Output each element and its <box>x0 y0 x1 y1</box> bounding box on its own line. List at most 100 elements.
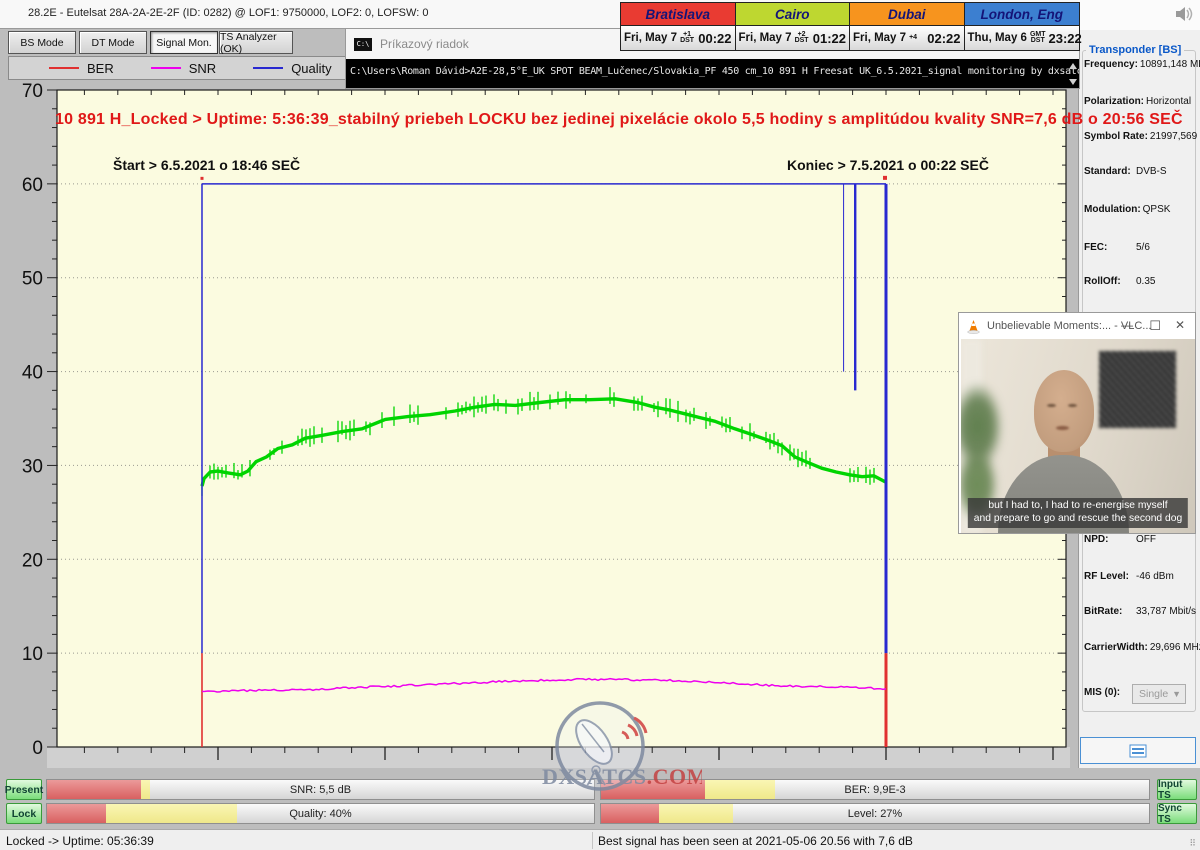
vlc-window[interactable]: Unbelievable Moments:... - VLC... — ☐ ✕ … <box>958 312 1196 534</box>
clock-time: 00:22 <box>698 31 731 46</box>
transponder-row: RF Level:-46 dBm <box>1084 571 1198 582</box>
legend-label: SNR <box>189 61 216 76</box>
transponder-row: Modulation:QPSK <box>1084 204 1198 215</box>
clock-date: Fri, May 7 <box>624 32 677 44</box>
chart-annotation-main: 10 891 H_Locked > Uptime: 5:36:39_stabil… <box>55 111 1183 129</box>
transponder-row-value: 0.35 <box>1136 276 1155 287</box>
transponder-row-value: OFF <box>1136 534 1156 545</box>
transponder-row: RollOff:0.35 <box>1084 276 1198 287</box>
command-prompt-title: Príkazový riadok <box>380 37 469 51</box>
quality-bar-label: Quality: 40% <box>47 808 594 820</box>
mis-select[interactable]: Single ▼ <box>1132 684 1186 704</box>
transponder-row: CarrierWidth:29,696 MHz <box>1084 642 1198 653</box>
y-axis-label: 60 <box>22 175 43 196</box>
list-icon <box>1129 744 1147 758</box>
transponder-row-value: 21997,569 KS/s <box>1150 131 1200 142</box>
y-axis-label: 70 <box>22 81 43 102</box>
transponder-row-label: Standard: <box>1084 166 1134 177</box>
clock-cairo: Cairo Fri, May 7 +2DST 01:22 <box>736 3 851 50</box>
legend-label: BER <box>87 61 114 76</box>
legend-item-ber: BER <box>49 61 114 76</box>
present-button[interactable]: Present <box>6 779 42 800</box>
legend-swatch <box>49 67 79 69</box>
clock-date: Fri, May 7 <box>853 32 906 44</box>
statusbar: Locked -> Uptime: 05:36:39 Best signal h… <box>0 829 1200 850</box>
close-icon[interactable]: ✕ <box>1175 318 1185 332</box>
transponder-row-label: NPD: <box>1084 534 1134 545</box>
transponder-row-label: Polarization: <box>1084 96 1144 107</box>
clock-city: Cairo <box>736 3 850 26</box>
chart-annotation-end: Koniec > 7.5.2021 o 00:22 SEČ <box>787 157 989 173</box>
clock-zone: DST <box>795 38 809 45</box>
transponder-row-label: CarrierWidth: <box>1084 642 1148 653</box>
level-bar: Level: 27% <box>600 803 1150 824</box>
video-picture-frame <box>1099 351 1176 429</box>
vlc-icon <box>966 319 981 334</box>
tab-ts-analyzer[interactable]: TS Analyzer (OK) <box>219 31 293 54</box>
ts-list-button[interactable] <box>1080 737 1196 764</box>
y-axis-label: 0 <box>32 738 43 759</box>
app-window: 28.2E - Eutelsat 28A-2A-2E-2F (ID: 0282)… <box>0 0 1200 850</box>
legend-label: Quality <box>291 61 331 76</box>
mis-label: MIS (0): <box>1084 687 1134 698</box>
legend-swatch <box>151 67 181 69</box>
scroll-up-icon[interactable] <box>1069 63 1077 69</box>
chart-canvas: 010203040506070 <box>8 78 1070 768</box>
vlc-subtitles: but I had to, I had to re-energise mysel… <box>968 498 1188 528</box>
tab-signal-mon[interactable]: Signal Mon. <box>150 31 218 54</box>
clock-bratislava: Bratislava Fri, May 7 +1DST 00:22 <box>621 3 736 50</box>
statusbar-best-signal: Best signal has been seen at 2021-05-06 … <box>598 834 913 848</box>
video-person-head <box>1034 370 1095 451</box>
snr-bar-label: SNR: 5,5 dB <box>47 784 594 796</box>
maximize-icon[interactable]: ☐ <box>1149 318 1161 334</box>
transponder-row: FEC:5/6 <box>1084 242 1198 253</box>
transponder-row-value: QPSK <box>1143 204 1171 215</box>
transponder-row-value: DVB-S <box>1136 166 1167 177</box>
vlc-titlebar[interactable]: Unbelievable Moments:... - VLC... — ☐ ✕ <box>959 313 1195 339</box>
level-bar-label: Level: 27% <box>601 808 1149 820</box>
clock-zone: DST <box>1031 38 1045 45</box>
transponder-row: Polarization:Horizontal <box>1084 96 1198 107</box>
app-title: 28.2E - Eutelsat 28A-2A-2E-2F (ID: 0282)… <box>28 7 428 19</box>
clock-city: London, Eng <box>965 3 1080 26</box>
tab-bs-mode[interactable]: BS Mode <box>8 31 76 54</box>
subtitle-line: and prepare to go and rescue the second … <box>974 513 1182 526</box>
clock-city: Dubai <box>850 3 964 26</box>
minimize-icon[interactable]: — <box>1121 318 1133 332</box>
transponder-row-label: Frequency: <box>1084 59 1138 70</box>
scroll-down-icon[interactable] <box>1069 79 1077 85</box>
legend-item-quality: Quality <box>253 61 331 76</box>
vlc-video[interactable]: but I had to, I had to re-energise mysel… <box>961 339 1195 533</box>
clock-time: 02:22 <box>927 31 960 46</box>
clock-date: Thu, May 6 <box>968 32 1027 44</box>
signal-chart: 010203040506070 <box>8 78 1070 768</box>
statusbar-lock-status: Locked -> Uptime: 05:36:39 <box>6 834 154 848</box>
transponder-row: NPD:OFF <box>1084 534 1198 545</box>
lock-button[interactable]: Lock <box>6 803 42 824</box>
chevron-down-icon: ▼ <box>1172 689 1181 699</box>
snr-bar: SNR: 5,5 dB <box>46 779 595 800</box>
transponder-row-label: Symbol Rate: <box>1084 131 1148 142</box>
tab-dt-mode[interactable]: DT Mode <box>79 31 147 54</box>
clock-london: London, Eng Thu, May 6 GMTDST 23:22 <box>965 3 1080 50</box>
legend-swatch <box>253 67 283 69</box>
clock-city: Bratislava <box>621 3 735 26</box>
cmd-icon: C:\ <box>354 38 372 51</box>
volume-icon[interactable] <box>1174 5 1194 23</box>
sync-ts-button[interactable]: Sync TS <box>1157 803 1197 824</box>
clock-time: 23:22 <box>1049 31 1082 46</box>
transponder-row-value: 5/6 <box>1136 242 1150 253</box>
command-line: C:\Users\Roman Dávid>A2E-28,5°E_UK SPOT … <box>350 66 1079 77</box>
transponder-row-label: FEC: <box>1084 242 1134 253</box>
command-prompt-body: C:\Users\Roman Dávid>A2E-28,5°E_UK SPOT … <box>346 59 1079 88</box>
input-ts-button[interactable]: Input TS <box>1157 779 1197 800</box>
resize-grip[interactable]: ⠿ <box>1189 838 1197 849</box>
quality-bar: Quality: 40% <box>46 803 595 824</box>
chart-annotation-start: Štart > 6.5.2021 o 18:46 SEČ <box>113 157 300 173</box>
transponder-row-label: RollOff: <box>1084 276 1134 287</box>
transponder-title: Transponder [BS] <box>1086 44 1184 56</box>
transponder-row-label: BitRate: <box>1084 606 1134 617</box>
clock-offset: +4 <box>909 35 917 42</box>
subtitle-line: but I had to, I had to re-energise mysel… <box>974 500 1182 513</box>
y-axis-label: 50 <box>22 269 43 290</box>
